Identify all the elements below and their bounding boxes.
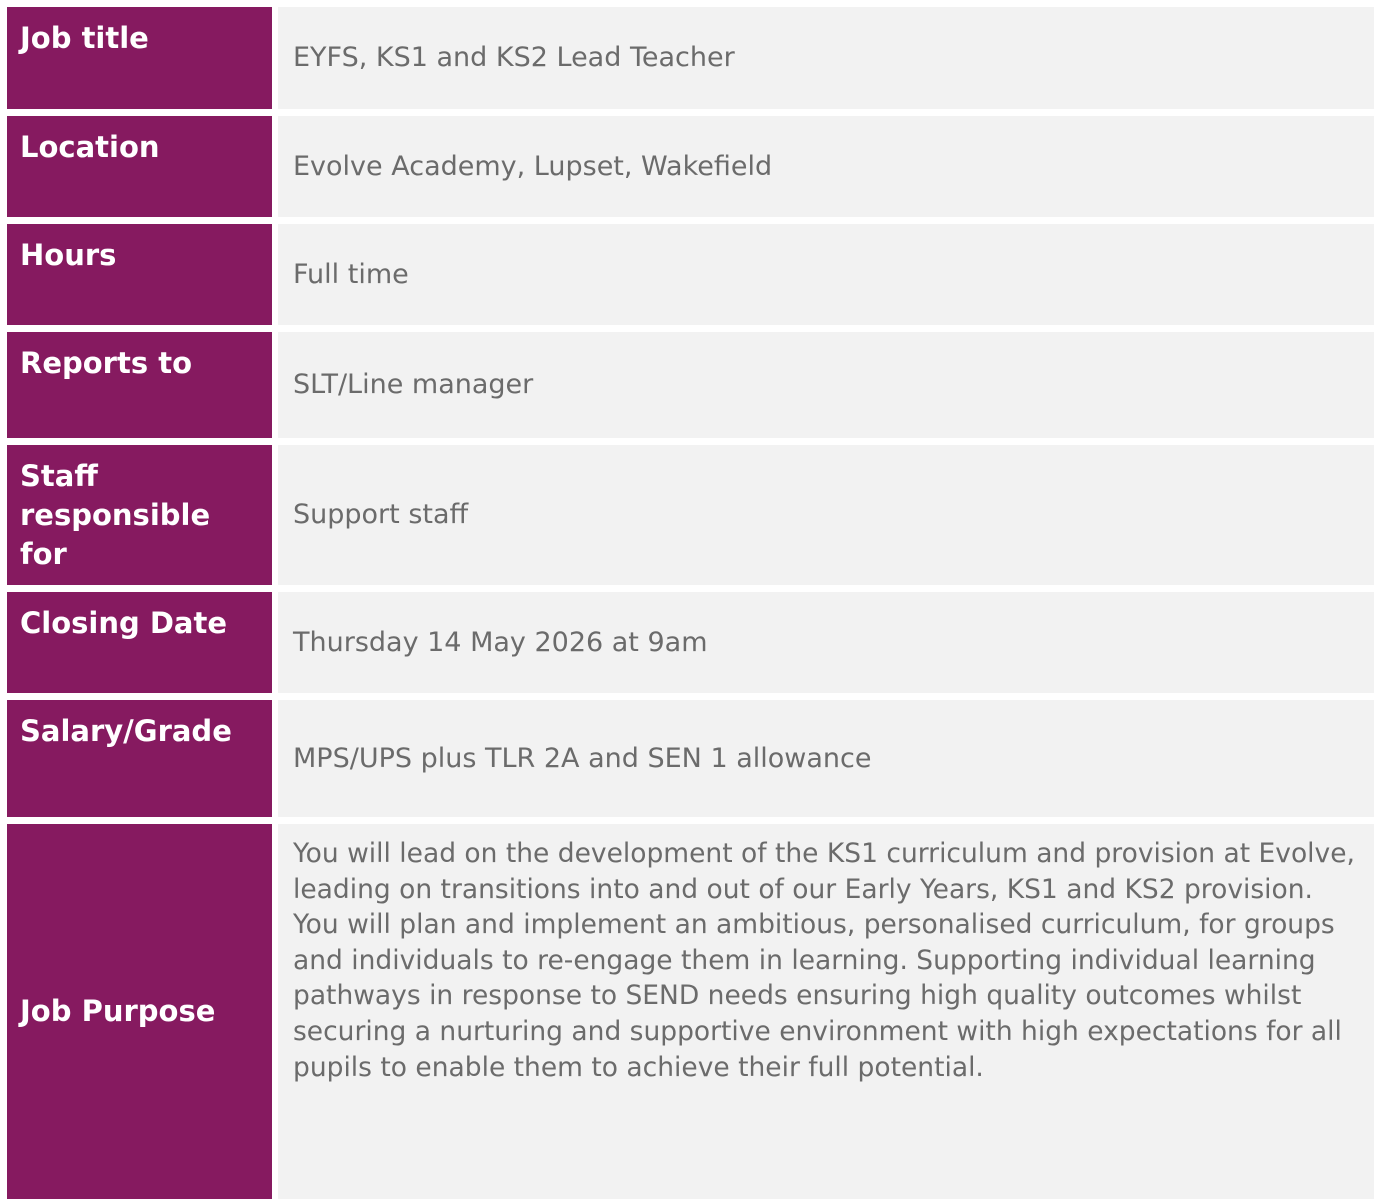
row-salary-grade: Salary/Grade MPS/UPS plus TLR 2A and SEN… <box>7 700 1374 817</box>
job-purpose-label: Job Purpose <box>7 824 272 1199</box>
job-purpose-value: You will lead on the development of the … <box>278 824 1374 1199</box>
closing-date-label: Closing Date <box>7 592 272 693</box>
location-label: Location <box>7 116 272 217</box>
hours-label: Hours <box>7 224 272 325</box>
salary-grade-label: Salary/Grade <box>7 700 272 817</box>
staff-responsible-for-label: Staff responsible for <box>7 445 272 585</box>
hours-value: Full time <box>278 224 1374 325</box>
salary-grade-value: MPS/UPS plus TLR 2A and SEN 1 allowance <box>278 700 1374 817</box>
row-staff-responsible-for: Staff responsible for Support staff <box>7 445 1374 585</box>
row-job-title: Job title EYFS, KS1 and KS2 Lead Teacher <box>7 7 1374 109</box>
reports-to-label: Reports to <box>7 332 272 438</box>
reports-to-value: SLT/Line manager <box>278 332 1374 438</box>
row-reports-to: Reports to SLT/Line manager <box>7 332 1374 438</box>
location-value: Evolve Academy, Lupset, Wakefield <box>278 116 1374 217</box>
row-job-purpose: Job Purpose You will lead on the develop… <box>7 824 1374 1199</box>
job-details-table: Job title EYFS, KS1 and KS2 Lead Teacher… <box>7 7 1374 1199</box>
row-location: Location Evolve Academy, Lupset, Wakefie… <box>7 116 1374 217</box>
job-title-label: Job title <box>7 7 272 109</box>
row-hours: Hours Full time <box>7 224 1374 325</box>
staff-responsible-for-value: Support staff <box>278 445 1374 585</box>
closing-date-value: Thursday 14 May 2026 at 9am <box>278 592 1374 693</box>
row-closing-date: Closing Date Thursday 14 May 2026 at 9am <box>7 592 1374 693</box>
job-title-value: EYFS, KS1 and KS2 Lead Teacher <box>278 7 1374 109</box>
